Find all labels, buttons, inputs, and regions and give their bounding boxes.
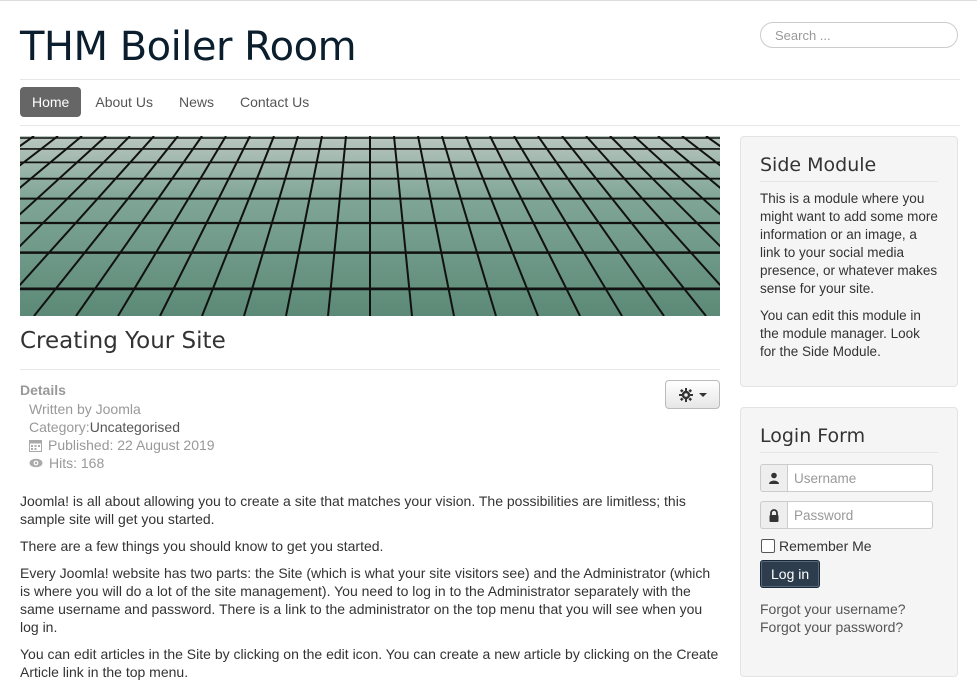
remember-me-label[interactable]: Remember Me xyxy=(779,538,872,554)
username-group xyxy=(760,464,938,492)
remember-me-checkbox[interactable] xyxy=(761,539,775,553)
article-tools-button[interactable] xyxy=(665,380,720,409)
article-paragraph: There are a few things you should know t… xyxy=(20,538,384,554)
article-paragraph: Joomla! is all about allowing you to cre… xyxy=(20,493,686,527)
user-icon xyxy=(760,464,787,492)
login-links: Forgot your username? Forgot your passwo… xyxy=(760,600,938,636)
author-row: Written by Joomla xyxy=(29,400,215,418)
details-label: Details xyxy=(20,382,66,398)
caret-down-icon xyxy=(698,392,707,397)
category-label: Category: xyxy=(29,419,90,435)
nav-item-contact-us[interactable]: Contact Us xyxy=(228,87,321,117)
side-module-paragraph: This is a module where you might want to… xyxy=(760,191,938,296)
title-divider xyxy=(20,369,720,370)
nav-item-news[interactable]: News xyxy=(167,87,226,117)
lock-icon xyxy=(760,501,787,529)
article-body: Joomla! is all about allowing you to cre… xyxy=(20,492,720,690)
password-group xyxy=(760,501,938,529)
hits-text: Hits: 168 xyxy=(49,455,105,471)
remember-me-row: Remember Me xyxy=(760,538,938,554)
login-button[interactable]: Log in xyxy=(760,560,821,588)
side-module-title: Side Module xyxy=(760,137,938,182)
header-divider xyxy=(20,79,960,80)
search-input[interactable] xyxy=(760,22,958,48)
author-text: Written by Joomla xyxy=(29,401,141,417)
forgot-username-link[interactable]: Forgot your username? xyxy=(760,600,938,618)
forgot-password-link[interactable]: Forgot your password? xyxy=(760,618,938,636)
site-brand[interactable]: THM Boiler Room xyxy=(20,21,357,73)
username-input[interactable] xyxy=(787,464,933,492)
published-text: Published: 22 August 2019 xyxy=(48,437,215,453)
nav-divider xyxy=(20,125,960,126)
side-module-paragraph: You can edit this module in the module m… xyxy=(760,308,921,359)
hits-row: Hits: 168 xyxy=(29,454,215,472)
banner-image xyxy=(20,136,720,316)
eye-icon xyxy=(29,458,43,468)
password-input[interactable] xyxy=(787,501,933,529)
article-details: Details Written by Joomla Category: Unca… xyxy=(20,382,215,472)
nav-item-home[interactable]: Home xyxy=(20,87,82,117)
category-link[interactable]: Uncategorised xyxy=(90,418,180,436)
article-paragraph: Every Joomla! website has two parts: the… xyxy=(20,565,711,635)
nav-item-about-us[interactable]: About Us xyxy=(83,87,165,117)
category-row: Category: Uncategorised xyxy=(29,418,215,436)
article-title: Creating Your Site xyxy=(20,328,226,354)
article-paragraph: You can edit articles in the Site by cli… xyxy=(20,646,719,680)
login-module: Login Form Remember Me Log in Forgot you… xyxy=(740,407,958,677)
main-nav: Home About Us News Contact Us xyxy=(20,87,323,117)
login-title: Login Form xyxy=(760,408,938,453)
published-row: Published: 22 August 2019 xyxy=(29,436,215,454)
calendar-icon xyxy=(29,439,42,452)
side-module: Side Module This is a module where you m… xyxy=(740,136,958,387)
gear-icon xyxy=(678,387,693,402)
